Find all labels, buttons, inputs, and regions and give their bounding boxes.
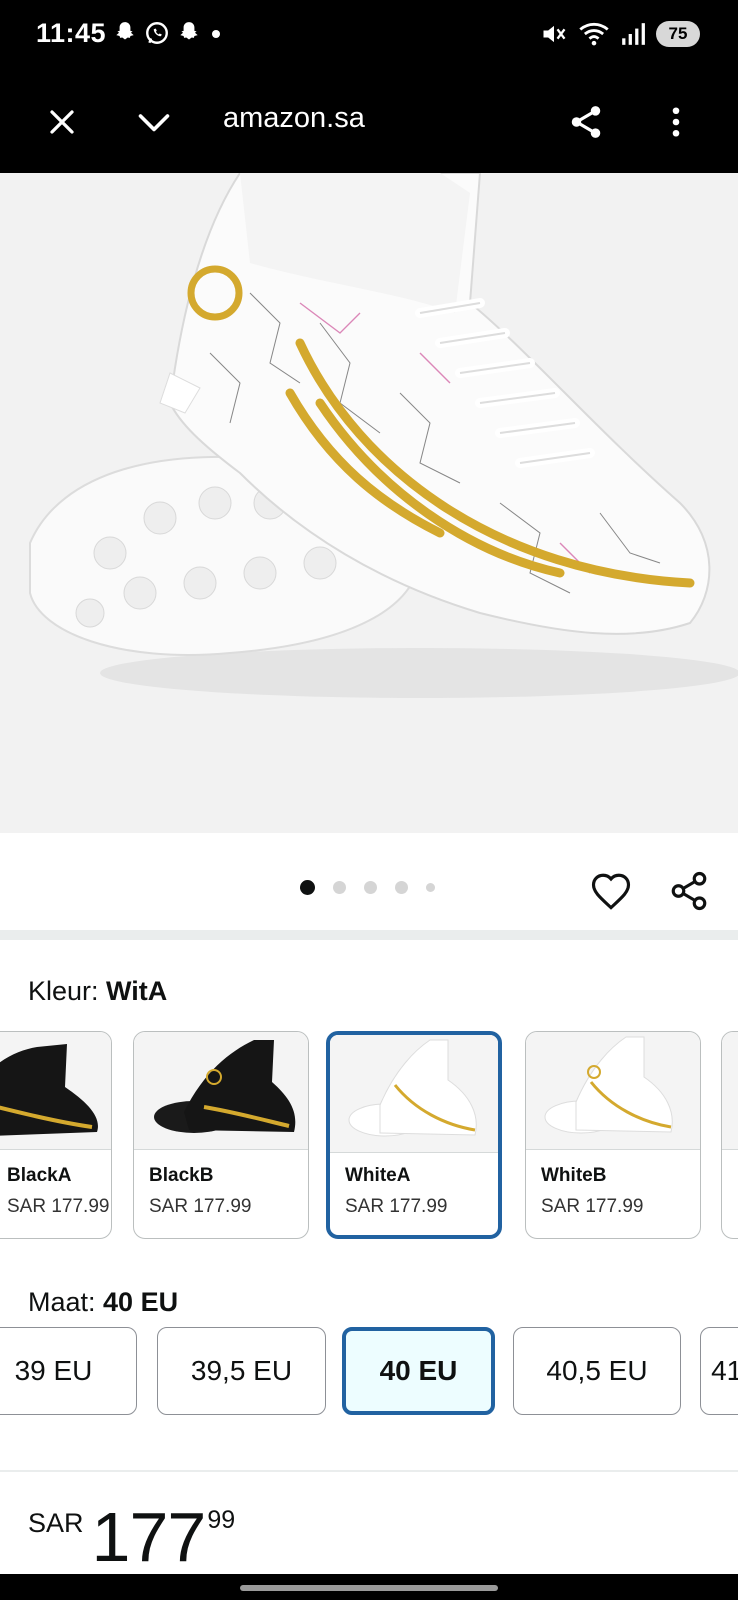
- size-option[interactable]: 39,5 EU: [157, 1327, 326, 1415]
- section-divider: [0, 1470, 738, 1472]
- size-option[interactable]: 41 EU: [700, 1327, 738, 1415]
- price-currency: SAR: [28, 1508, 84, 1538]
- share-icon: [571, 106, 601, 138]
- shoe-thumbnail: [330, 1035, 498, 1153]
- color-option-whitea[interactable]: WhiteA SAR 177.99: [326, 1031, 502, 1239]
- shoe-thumbnail: [722, 1032, 738, 1150]
- system-nav-bar: [0, 1574, 738, 1600]
- close-button[interactable]: [34, 94, 90, 150]
- heart-icon: [591, 873, 631, 910]
- color-option-more[interactable]: [721, 1031, 738, 1239]
- price-whole: 177: [91, 1498, 207, 1576]
- carousel-dot[interactable]: [333, 881, 346, 894]
- section-divider: [0, 930, 738, 940]
- carousel-dot[interactable]: [426, 883, 435, 892]
- dot-icon: [212, 30, 220, 38]
- battery-indicator: 75: [656, 21, 700, 47]
- chevron-down-icon: [138, 114, 170, 132]
- share-button[interactable]: [558, 94, 614, 150]
- football-boot-illustration: [29, 173, 738, 698]
- product-image[interactable]: [0, 173, 738, 833]
- color-option-blacka[interactable]: BlackA SAR 177.99: [0, 1031, 112, 1239]
- color-label: Kleur: WitA: [28, 976, 168, 1006]
- wifi-icon: [579, 22, 609, 46]
- price-fraction: 99: [207, 1506, 236, 1534]
- more-vert-icon: [672, 107, 680, 137]
- wishlist-button[interactable]: [586, 866, 636, 916]
- status-time: 11:45: [36, 18, 107, 48]
- collapse-button[interactable]: [126, 94, 182, 150]
- home-gesture-handle[interactable]: [240, 1585, 498, 1591]
- shoe-thumbnail: [526, 1032, 700, 1150]
- snapchat-icon: [180, 22, 198, 40]
- browser-toolbar: amazon.sa: [0, 70, 738, 173]
- color-option-blackb[interactable]: BlackB SAR 177.99: [133, 1031, 309, 1239]
- status-bar: 11:45 75: [0, 0, 738, 70]
- carousel-dot[interactable]: [395, 881, 408, 894]
- whatsapp-icon: [146, 22, 168, 44]
- share-product-button[interactable]: [664, 866, 714, 916]
- signal-icon: [622, 23, 645, 45]
- mute-icon: [543, 25, 566, 43]
- url-text[interactable]: amazon.sa: [223, 102, 365, 135]
- image-carousel-dots: [300, 880, 435, 895]
- product-price: SAR 177 99: [28, 1502, 235, 1572]
- carousel-dot[interactable]: [300, 880, 315, 895]
- size-selected-value: 40 EU: [103, 1287, 179, 1317]
- product-page: 11:45 75 amazon.sa Kleur: WitA BlackA SA…: [0, 0, 738, 1600]
- size-label: Maat: 40 EU: [28, 1287, 179, 1317]
- shoe-thumbnail: [134, 1032, 308, 1150]
- color-option-whiteb[interactable]: WhiteB SAR 177.99: [525, 1031, 701, 1239]
- close-icon: [50, 110, 74, 134]
- more-options-button[interactable]: [648, 94, 704, 150]
- color-selected-value: WitA: [106, 976, 168, 1006]
- snapchat-icon: [116, 22, 134, 40]
- size-option[interactable]: 39 EU: [0, 1327, 137, 1415]
- size-option-selected[interactable]: 40 EU: [342, 1327, 495, 1415]
- share-icon: [671, 871, 707, 911]
- shoe-thumbnail: [0, 1032, 111, 1150]
- carousel-dot[interactable]: [364, 881, 377, 894]
- size-option[interactable]: 40,5 EU: [513, 1327, 681, 1415]
